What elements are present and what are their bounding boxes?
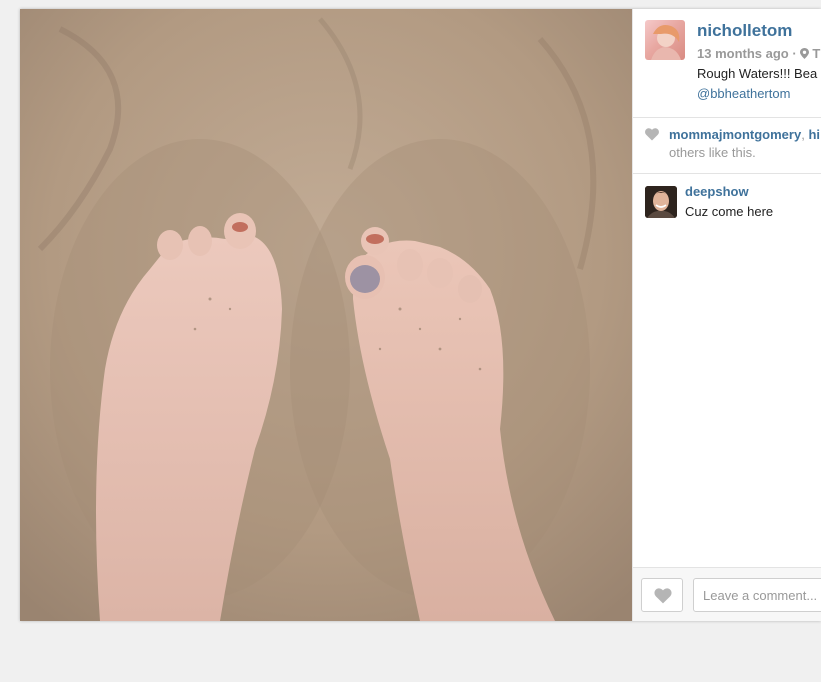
comment-item: deepshow Cuz come here [633,183,821,223]
like-button[interactable] [641,578,683,612]
post-sidebar: nicholletom 13 months ago · Th Rough Wat… [632,9,821,621]
avatar[interactable] [645,186,677,218]
caption-mention-link[interactable]: @bbheathertom [697,86,790,101]
likers-list: mommajmontgomery, hi [669,127,820,142]
meta-separator: · [792,46,797,61]
comment-text: Cuz come here [685,204,774,219]
liker-link[interactable]: mommajmontgomery [669,127,801,142]
location-pin-icon [799,48,809,59]
comment-input[interactable] [693,578,821,612]
comment-footer [633,567,821,621]
liker-link[interactable]: hi [808,127,820,142]
sand-feet-image [20,9,632,621]
likes-summary: others like this. [669,145,756,160]
post-time[interactable]: 13 months ago [697,46,789,61]
post-modal: nicholletom 13 months ago · Th Rough Wat… [20,9,821,621]
post-meta: 13 months ago · Th [697,46,821,61]
heart-icon [645,128,659,141]
liker-separator: , [801,127,805,142]
comment-username[interactable]: deepshow [685,184,749,199]
profile-photo-icon [645,186,677,218]
post-header: nicholletom 13 months ago · Th Rough Wat… [633,9,821,118]
post-location[interactable]: Th [812,46,821,61]
heart-icon [654,588,672,604]
post-caption: Rough Waters!!! Bea [697,66,818,81]
post-username[interactable]: nicholletom [697,21,792,41]
post-photo[interactable] [20,9,632,621]
avatar[interactable] [645,20,685,60]
profile-photo-icon [651,25,681,60]
likes-section: mommajmontgomery, hi others like this. [633,118,821,174]
